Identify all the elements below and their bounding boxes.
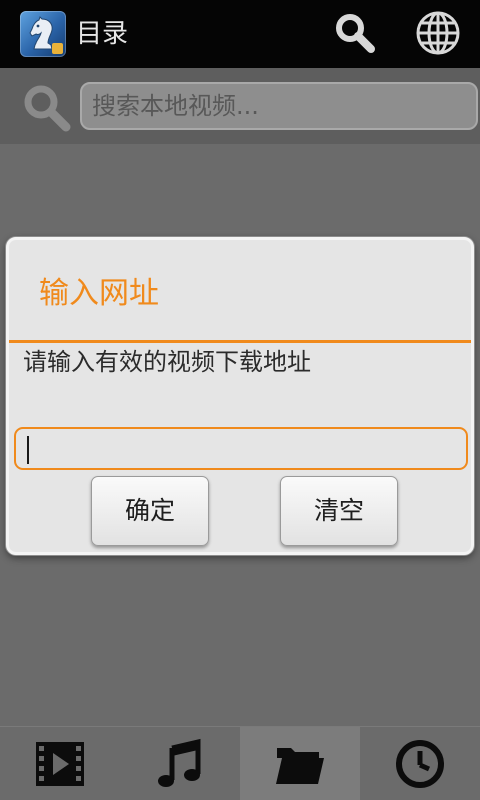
dialog-message: 请输入有效的视频下载地址 (23, 348, 311, 376)
app-icon[interactable] (20, 11, 66, 57)
globe-icon[interactable] (414, 9, 462, 57)
tab-video[interactable] (0, 727, 120, 800)
search-icon[interactable] (20, 81, 74, 135)
search-icon[interactable] (332, 10, 378, 56)
app-badge (52, 43, 63, 54)
text-caret (27, 436, 29, 464)
video-icon (36, 742, 84, 786)
search-bar: 搜索本地视频... (0, 68, 480, 144)
tab-music[interactable] (120, 727, 240, 800)
clock-icon (396, 740, 444, 788)
dialog-title: 输入网址 (39, 276, 159, 311)
url-input[interactable] (14, 427, 468, 470)
action-bar: 目录 (0, 0, 480, 68)
music-icon (158, 738, 201, 787)
tab-folder[interactable] (240, 727, 360, 800)
clear-button[interactable]: 清空 (280, 476, 398, 546)
confirm-button[interactable]: 确定 (91, 476, 209, 546)
folder-icon (276, 748, 324, 784)
search-input[interactable]: 搜索本地视频... (80, 82, 478, 130)
dialog-divider (9, 340, 471, 343)
tab-history[interactable] (360, 727, 480, 800)
page-title: 目录 (76, 19, 129, 49)
enter-url-dialog: 输入网址 请输入有效的视频下载地址 确定 清空 (6, 237, 474, 555)
bottom-tab-bar (0, 726, 480, 800)
